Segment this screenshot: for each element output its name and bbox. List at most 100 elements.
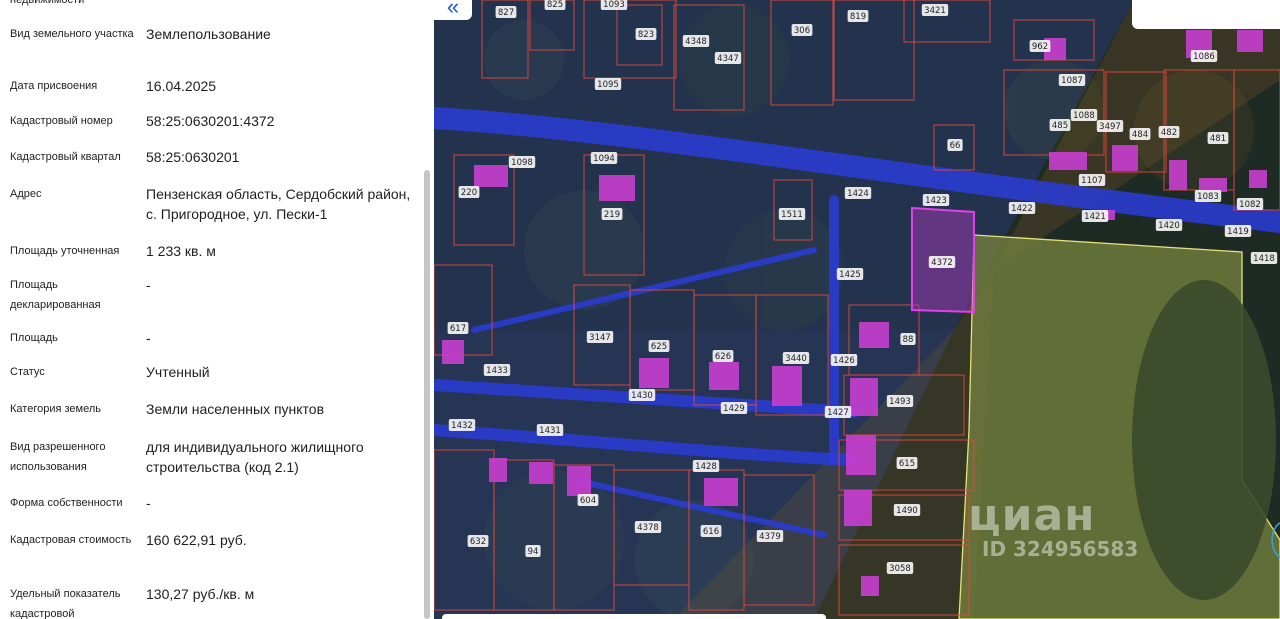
parcel-label[interactable]: 1493 — [889, 397, 911, 407]
parcel-label[interactable]: 94 — [528, 547, 539, 557]
row-label: Площадь декларированная — [10, 279, 101, 311]
parcel-label[interactable]: 220 — [461, 188, 477, 198]
map-canvas[interactable]: 827 825 1093 823 4348 4347 306 819 3421 962 1086 10… — [434, 0, 1280, 619]
row-value: для индивидуального жилищного строительс… — [146, 439, 364, 475]
watermark-id: ID 324956583 — [982, 537, 1139, 561]
parcel-label[interactable]: 219 — [604, 210, 620, 220]
parcel-label[interactable]: 88 — [903, 335, 914, 345]
row-label: Вид разрешенного использования — [10, 441, 106, 473]
parcel-label[interactable]: 625 — [651, 342, 667, 352]
cian-watermark: циан ID 324956583 — [968, 490, 1139, 561]
parcel-label[interactable]: 1107 — [1081, 176, 1103, 186]
parcel-label[interactable]: 1088 — [1073, 111, 1095, 121]
parcel-label[interactable]: 1422 — [1011, 204, 1033, 214]
double-chevron-left-icon: « — [446, 0, 460, 19]
row-value: 58:25:0630201 — [146, 149, 240, 165]
parcel-label[interactable]: 4348 — [685, 37, 707, 47]
row-label: Дата присвоения — [10, 80, 98, 92]
parcel-label[interactable]: 1086 — [1193, 52, 1215, 62]
parcel-label[interactable]: 3421 — [924, 6, 946, 16]
row-value: Землепользование — [146, 26, 271, 42]
parcel-label[interactable]: 1511 — [781, 210, 803, 220]
parcel-label[interactable]: 1429 — [723, 404, 745, 414]
cadastral-map[interactable]: 827 825 1093 823 4348 4347 306 819 3421 962 1086 10… — [434, 0, 1280, 619]
parcel-label[interactable]: 4379 — [759, 532, 781, 542]
collapse-panel-button[interactable]: « — [434, 0, 472, 20]
map-bottom-bar[interactable] — [442, 614, 826, 619]
parcel-label[interactable]: 481 — [1210, 134, 1226, 144]
row-value: 16.04.2025 — [146, 78, 217, 94]
parcel-label[interactable]: 1420 — [1158, 221, 1180, 231]
row-value: 160 622,91 руб. — [146, 532, 247, 548]
parcel-label[interactable]: 4372 — [931, 258, 953, 268]
parcel-label[interactable]: 617 — [450, 324, 466, 334]
parcel-label[interactable]: 819 — [850, 12, 866, 22]
parcel-label[interactable]: 1098 — [511, 158, 533, 168]
parcel-label[interactable]: 1093 — [603, 0, 625, 10]
row-label: Вид земельного участка — [10, 28, 134, 40]
parcel-label[interactable]: 306 — [794, 26, 810, 36]
row-value: Земли населенных пунктов — [146, 401, 325, 417]
parcel-label[interactable]: 1427 — [827, 408, 849, 418]
parcel-label[interactable]: 825 — [547, 0, 563, 10]
parcel-label[interactable]: 1433 — [486, 366, 508, 376]
parcel-label[interactable]: 4347 — [717, 54, 739, 64]
row-label: недвижимости — [10, 0, 85, 6]
parcel-label[interactable]: 3058 — [889, 564, 911, 574]
parcel-label[interactable]: 1087 — [1061, 76, 1083, 86]
parcel-label[interactable]: 1430 — [631, 391, 653, 401]
parcel-label[interactable]: 1082 — [1239, 200, 1261, 210]
parcel-label[interactable]: 604 — [580, 496, 596, 506]
row-label: Категория земель — [10, 403, 101, 415]
row-value: Пензенская область, Сердобский район, с.… — [146, 186, 411, 222]
row-label: Адрес — [10, 188, 42, 200]
parcel-label[interactable]: 3147 — [589, 333, 611, 343]
parcel-label[interactable]: 1425 — [839, 270, 861, 280]
parcel-label[interactable]: 3497 — [1099, 122, 1121, 132]
parcel-label[interactable]: 484 — [1132, 130, 1148, 140]
parcel-label[interactable]: 1421 — [1084, 212, 1106, 222]
parcel-label[interactable]: 482 — [1161, 128, 1177, 138]
parcel-label[interactable]: 1424 — [847, 189, 869, 199]
row-value[interactable]: 58:25:0630201:4372 — [146, 111, 416, 131]
parcel-label[interactable]: 1490 — [896, 506, 918, 516]
row-label: Кадастровый номер — [10, 115, 113, 127]
parcel-label[interactable]: 962 — [1032, 42, 1048, 52]
parcel-label[interactable]: 1431 — [539, 426, 561, 436]
row-value: 130,27 руб./кв. м — [146, 586, 255, 602]
row-label: Кадастровый квартал — [10, 151, 121, 163]
parcel-label[interactable]: 616 — [703, 527, 719, 537]
parcel-label[interactable]: 1095 — [597, 80, 619, 90]
parcel-label[interactable]: 1432 — [451, 421, 473, 431]
panel-scrollbar[interactable] — [424, 170, 430, 619]
parcel-label[interactable]: 1426 — [833, 356, 855, 366]
parcel-label[interactable]: 1419 — [1227, 227, 1249, 237]
parcel-label[interactable]: 485 — [1052, 121, 1068, 131]
watermark-logo: циан — [968, 490, 1096, 541]
parcel-label[interactable]: 1423 — [925, 196, 947, 206]
row-label: Площадь — [10, 332, 58, 344]
parcel-label[interactable]: 1418 — [1253, 254, 1275, 264]
parcel-label[interactable]: 1083 — [1197, 192, 1219, 202]
row-label: Статус — [10, 366, 45, 378]
row-value: - — [146, 495, 151, 511]
parcel-label[interactable]: 632 — [470, 537, 486, 547]
row-label: Кадастровая стоимость — [10, 534, 132, 546]
row-value: Учтенный — [146, 364, 210, 380]
row-value: - — [146, 330, 151, 346]
parcel-label[interactable]: 3440 — [785, 354, 807, 364]
parcel-label[interactable]: 1428 — [695, 462, 717, 472]
row-value: - — [146, 277, 151, 293]
parcel-label[interactable]: 626 — [715, 352, 731, 362]
row-label: Удельный показатель кадастровой — [10, 588, 121, 619]
parcel-label[interactable]: 1094 — [593, 154, 615, 164]
parcel-label[interactable]: 615 — [899, 459, 915, 469]
row-label: Площадь уточненная — [10, 245, 120, 257]
parcel-label[interactable]: 4378 — [637, 523, 659, 533]
map-control-box[interactable] — [1132, 0, 1280, 29]
object-info-panel: недвижимости Вид земельного участка Земл… — [0, 0, 434, 619]
parcel-label[interactable]: 66 — [950, 141, 961, 151]
row-label: Форма собственности — [10, 497, 123, 509]
parcel-label[interactable]: 823 — [638, 30, 654, 40]
parcel-label[interactable]: 827 — [498, 8, 514, 18]
